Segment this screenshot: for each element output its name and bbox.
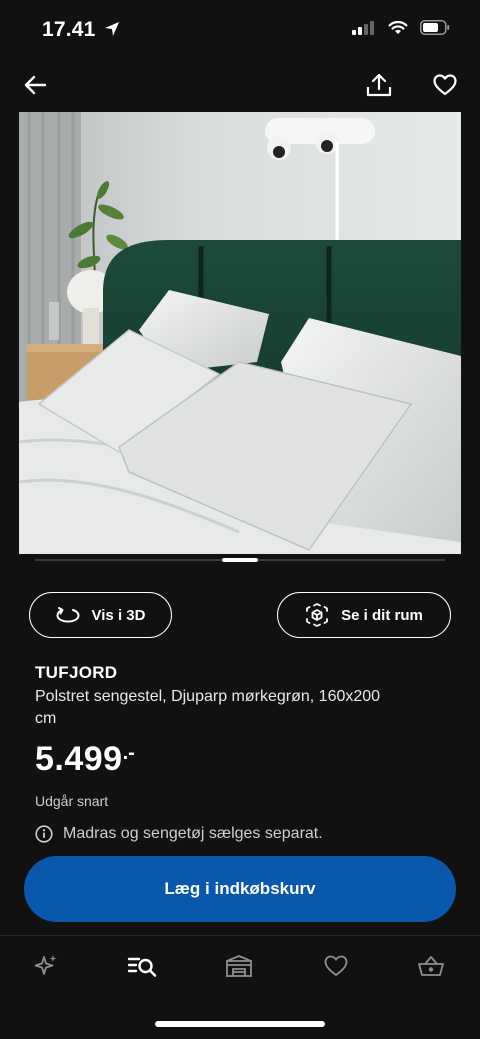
view-3d-label: Vis i 3D (91, 606, 146, 624)
product-notice: Madras og sengetøj sælges separat. (35, 825, 323, 843)
basket-icon (418, 956, 444, 976)
product-image[interactable] (19, 112, 461, 554)
favorite-button[interactable] (427, 67, 463, 103)
view-3d-button[interactable]: Vis i 3D (29, 592, 172, 638)
heart-icon (433, 74, 457, 96)
tab-search[interactable] (122, 950, 162, 982)
heart-icon (324, 955, 348, 976)
view-in-room-button[interactable]: Se i dit rum (277, 592, 451, 638)
share-icon (366, 73, 392, 97)
product-name: TUFJORD (35, 663, 118, 682)
wifi-icon (388, 20, 408, 34)
store-icon (226, 955, 252, 977)
battery-icon (420, 20, 450, 35)
arrow-left-icon (24, 75, 46, 95)
share-button[interactable] (361, 67, 397, 103)
product-price: 5.499 .- (35, 740, 135, 779)
rotate-3d-icon (56, 607, 80, 623)
back-button[interactable] (17, 67, 53, 103)
info-icon (35, 825, 53, 843)
tab-inspiration[interactable] (26, 950, 66, 982)
availability-status: Udgår snart (35, 793, 109, 809)
price-value: 5.499 (35, 740, 123, 778)
tab-favorites[interactable] (316, 950, 356, 982)
sparkle-icon (34, 955, 57, 975)
cellular-signal-icon (352, 20, 374, 35)
add-to-cart-button[interactable]: Læg i indkøbskurv (24, 856, 456, 922)
status-time-text: 17.41 (42, 18, 96, 41)
location-arrow-icon (104, 22, 119, 36)
bed-photo (19, 112, 461, 554)
home-indicator (155, 1021, 325, 1027)
search-list-icon (127, 957, 157, 977)
ar-cube-icon (306, 603, 329, 627)
add-to-cart-label: Læg i indkøbskurv (164, 879, 316, 898)
price-suffix: .- (122, 742, 135, 764)
status-icons (352, 20, 450, 35)
gallery-progress-thumb (222, 558, 258, 562)
status-time: 17.41 (42, 18, 120, 42)
view-in-room-label: Se i dit rum (341, 606, 423, 624)
product-description: Polstret sengestel, Djuparp mørkegrøn, 1… (35, 688, 381, 727)
tab-store[interactable] (219, 950, 259, 982)
notice-text: Madras og sengetøj sælges separat. (63, 825, 323, 842)
tab-basket[interactable] (411, 950, 451, 982)
